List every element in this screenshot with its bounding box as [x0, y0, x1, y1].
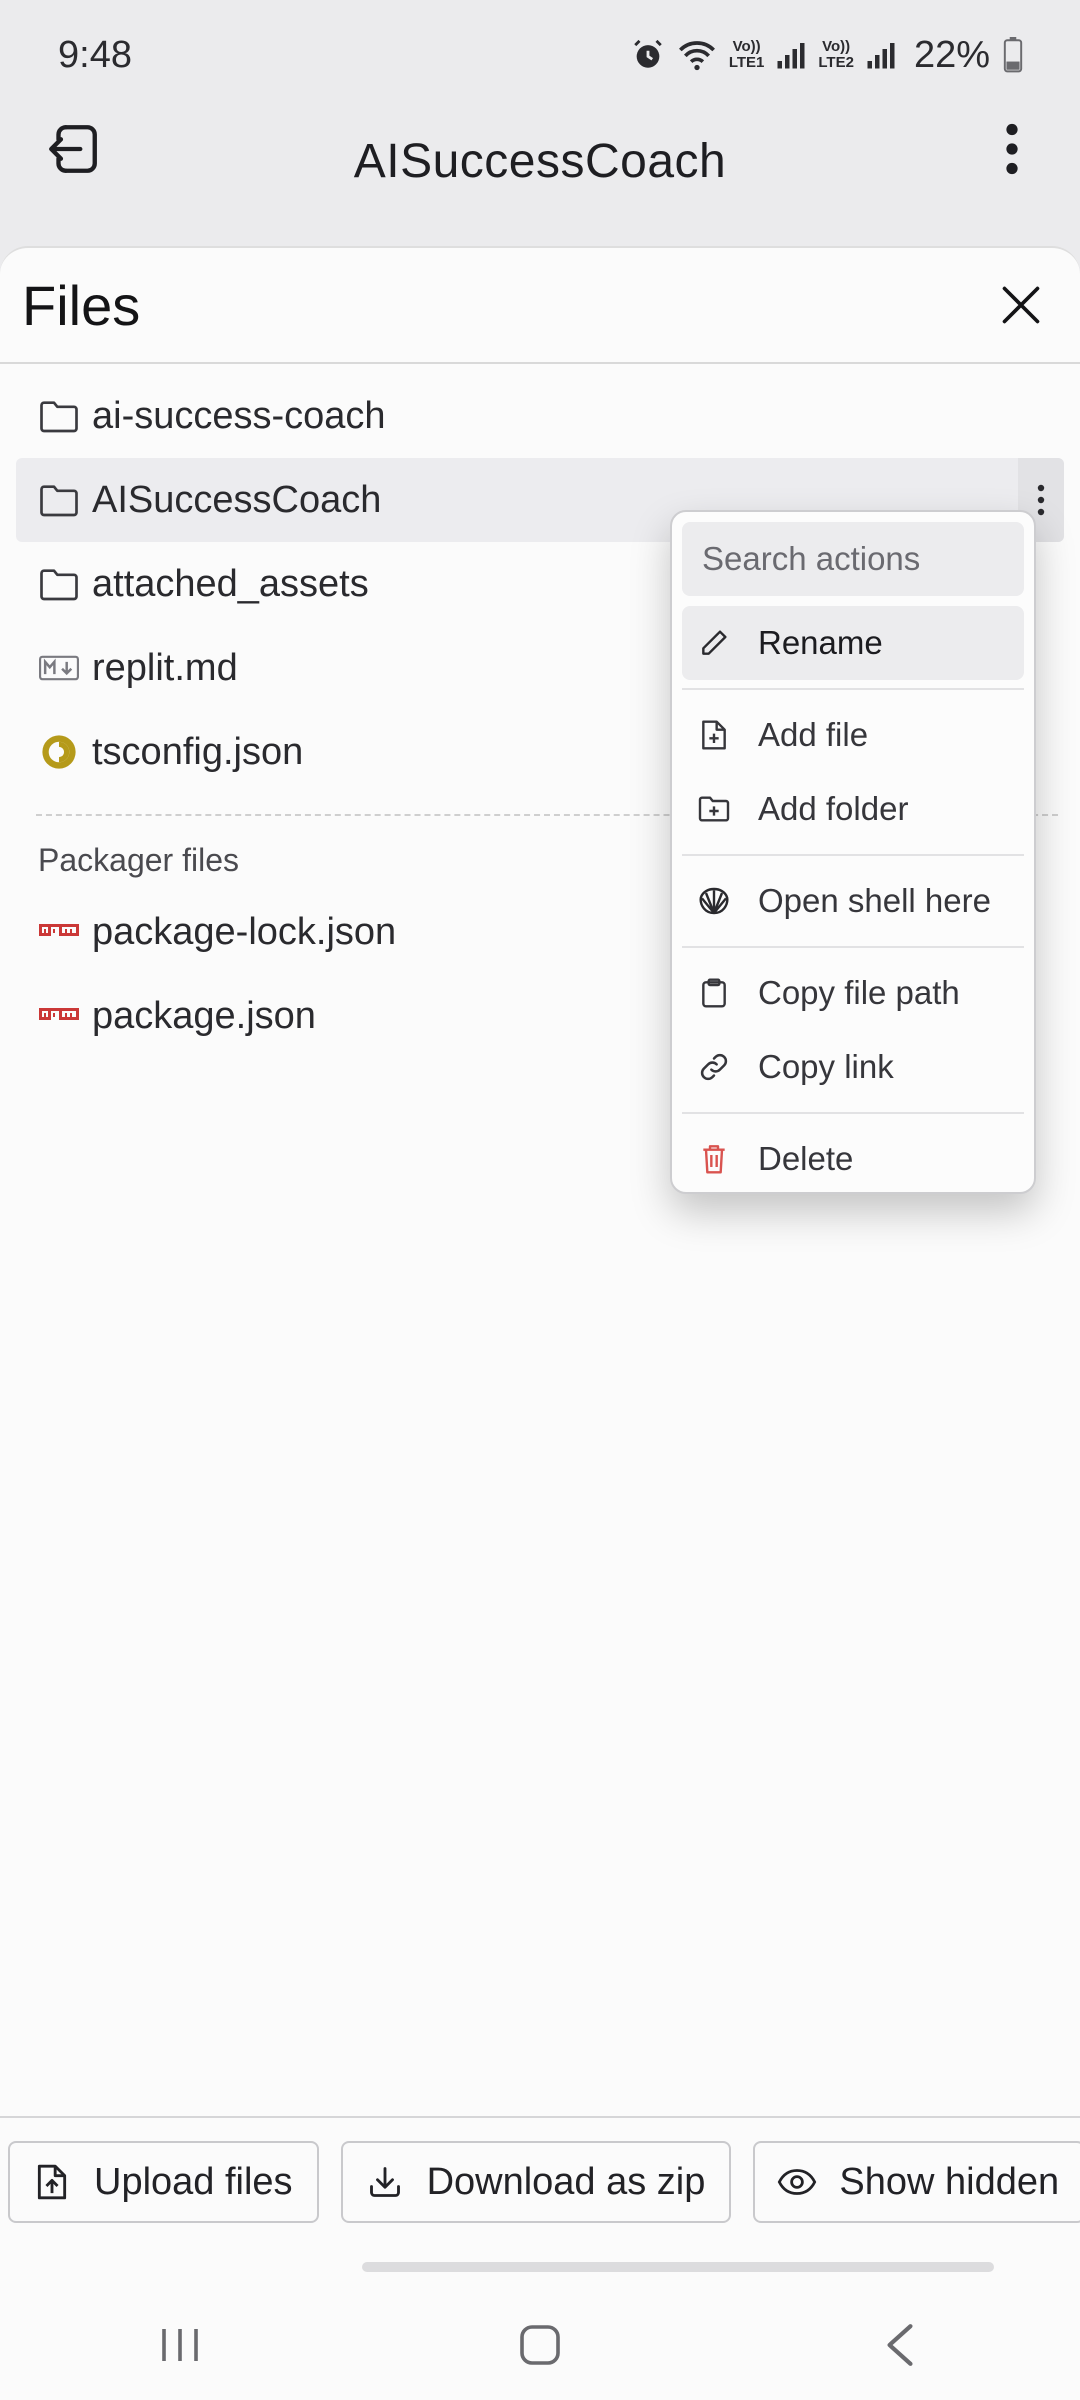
file-tree-item-label: package-lock.json: [92, 910, 397, 953]
file-upload-icon: [32, 2162, 72, 2202]
upload-files-label: Upload files: [94, 2160, 293, 2203]
show-hidden-button[interactable]: Show hidden: [753, 2141, 1080, 2223]
download-zip-label: Download as zip: [426, 2160, 706, 2203]
signal-icon: [776, 40, 806, 70]
folder-icon: [38, 395, 80, 437]
menu-item-open-shell[interactable]: Open shell here: [682, 864, 1024, 938]
menu-item-label: Rename: [758, 624, 883, 661]
folder-plus-icon: [696, 791, 732, 827]
volte-label: Vo)): [822, 38, 851, 55]
bottom-toolbar: Upload files Download as zip Show hidden: [0, 2116, 1080, 2246]
file-tree-item-label: ai-success-coach: [92, 394, 386, 437]
npm-icon: [38, 995, 80, 1037]
app-title: AISuccessCoach: [353, 134, 727, 188]
clipboard-icon: [696, 975, 732, 1011]
context-menu: Rename Add file Add folder Open shell he…: [670, 510, 1036, 1194]
app-header: AISuccessCoach: [0, 110, 1080, 240]
alarm-icon: [631, 38, 665, 72]
folder-icon: [38, 479, 80, 521]
menu-item-label: Add folder: [758, 790, 909, 827]
menu-divider: [682, 1112, 1024, 1114]
horizontal-scrollbar[interactable]: [362, 2262, 994, 2272]
folder-icon: [38, 563, 80, 605]
file-plus-icon: [696, 717, 732, 753]
status-time: 9:48: [58, 33, 132, 76]
home-icon[interactable]: [480, 2300, 600, 2390]
wifi-icon: [677, 38, 717, 72]
download-icon: [365, 2162, 405, 2202]
show-hidden-label: Show hidden: [839, 2160, 1060, 2203]
recent-apps-icon[interactable]: [120, 2300, 240, 2390]
file-tree-item-label: package.json: [92, 994, 316, 1037]
eye-icon: [777, 2162, 817, 2202]
files-panel-header: Files: [0, 248, 1080, 364]
file-tree-item[interactable]: ai-success-coach: [0, 374, 1080, 458]
menu-divider: [682, 946, 1024, 948]
menu-item-add-folder[interactable]: Add folder: [682, 772, 1024, 846]
search-actions-input[interactable]: [682, 522, 1024, 596]
npm-icon: [38, 911, 80, 953]
menu-item-copy-file-path[interactable]: Copy file path: [682, 956, 1024, 1030]
trash-icon: [696, 1141, 732, 1177]
download-zip-button[interactable]: Download as zip: [340, 2141, 732, 2223]
lte1-indicator: Vo)) LTE1: [729, 39, 765, 71]
status-icons: Vo)) LTE1 Vo)) LTE2 22%: [631, 34, 1024, 77]
lte2-indicator: Vo)) LTE2: [818, 39, 854, 71]
markdown-icon: [38, 647, 80, 689]
menu-item-label: Delete: [758, 1140, 854, 1177]
menu-divider: [682, 854, 1024, 856]
menu-item-label: Add file: [758, 716, 869, 753]
signal-icon: [866, 40, 896, 70]
menu-divider: [682, 688, 1024, 690]
back-icon[interactable]: [840, 2300, 960, 2390]
files-panel-title: Files: [22, 273, 141, 337]
link-icon: [696, 1049, 732, 1085]
upload-files-button[interactable]: Upload files: [8, 2141, 319, 2223]
menu-item-add-file[interactable]: Add file: [682, 698, 1024, 772]
file-tree-item-label: tsconfig.json: [92, 730, 304, 773]
menu-item-label: Copy file path: [758, 974, 960, 1011]
file-tree-item-label: attached_assets: [92, 562, 369, 605]
lte1-label: LTE1: [728, 54, 765, 71]
status-bar: 9:48 Vo)) LTE1 Vo)) LTE2 22%: [0, 0, 1080, 110]
shell-icon: [696, 883, 732, 919]
menu-item-label: Copy link: [758, 1048, 894, 1085]
pencil-icon: [696, 625, 732, 661]
close-icon[interactable]: [986, 270, 1056, 340]
exit-icon[interactable]: [38, 114, 108, 184]
menu-item-rename[interactable]: Rename: [682, 606, 1024, 680]
menu-item-delete[interactable]: Delete: [682, 1122, 1024, 1196]
file-tree-item-label: replit.md: [92, 646, 238, 689]
file-tree-item-label: AISuccessCoach: [92, 478, 382, 521]
lte2-label: LTE2: [818, 54, 854, 71]
battery-icon: [1002, 37, 1024, 73]
more-vertical-icon[interactable]: [982, 114, 1042, 184]
battery-percent: 22%: [913, 33, 990, 76]
volte-label: Vo)): [732, 38, 761, 55]
menu-item-copy-link[interactable]: Copy link: [682, 1030, 1024, 1104]
system-nav-bar: [0, 2290, 1080, 2400]
tsconfig-icon: [38, 731, 80, 773]
menu-item-label: Open shell here: [758, 882, 991, 919]
